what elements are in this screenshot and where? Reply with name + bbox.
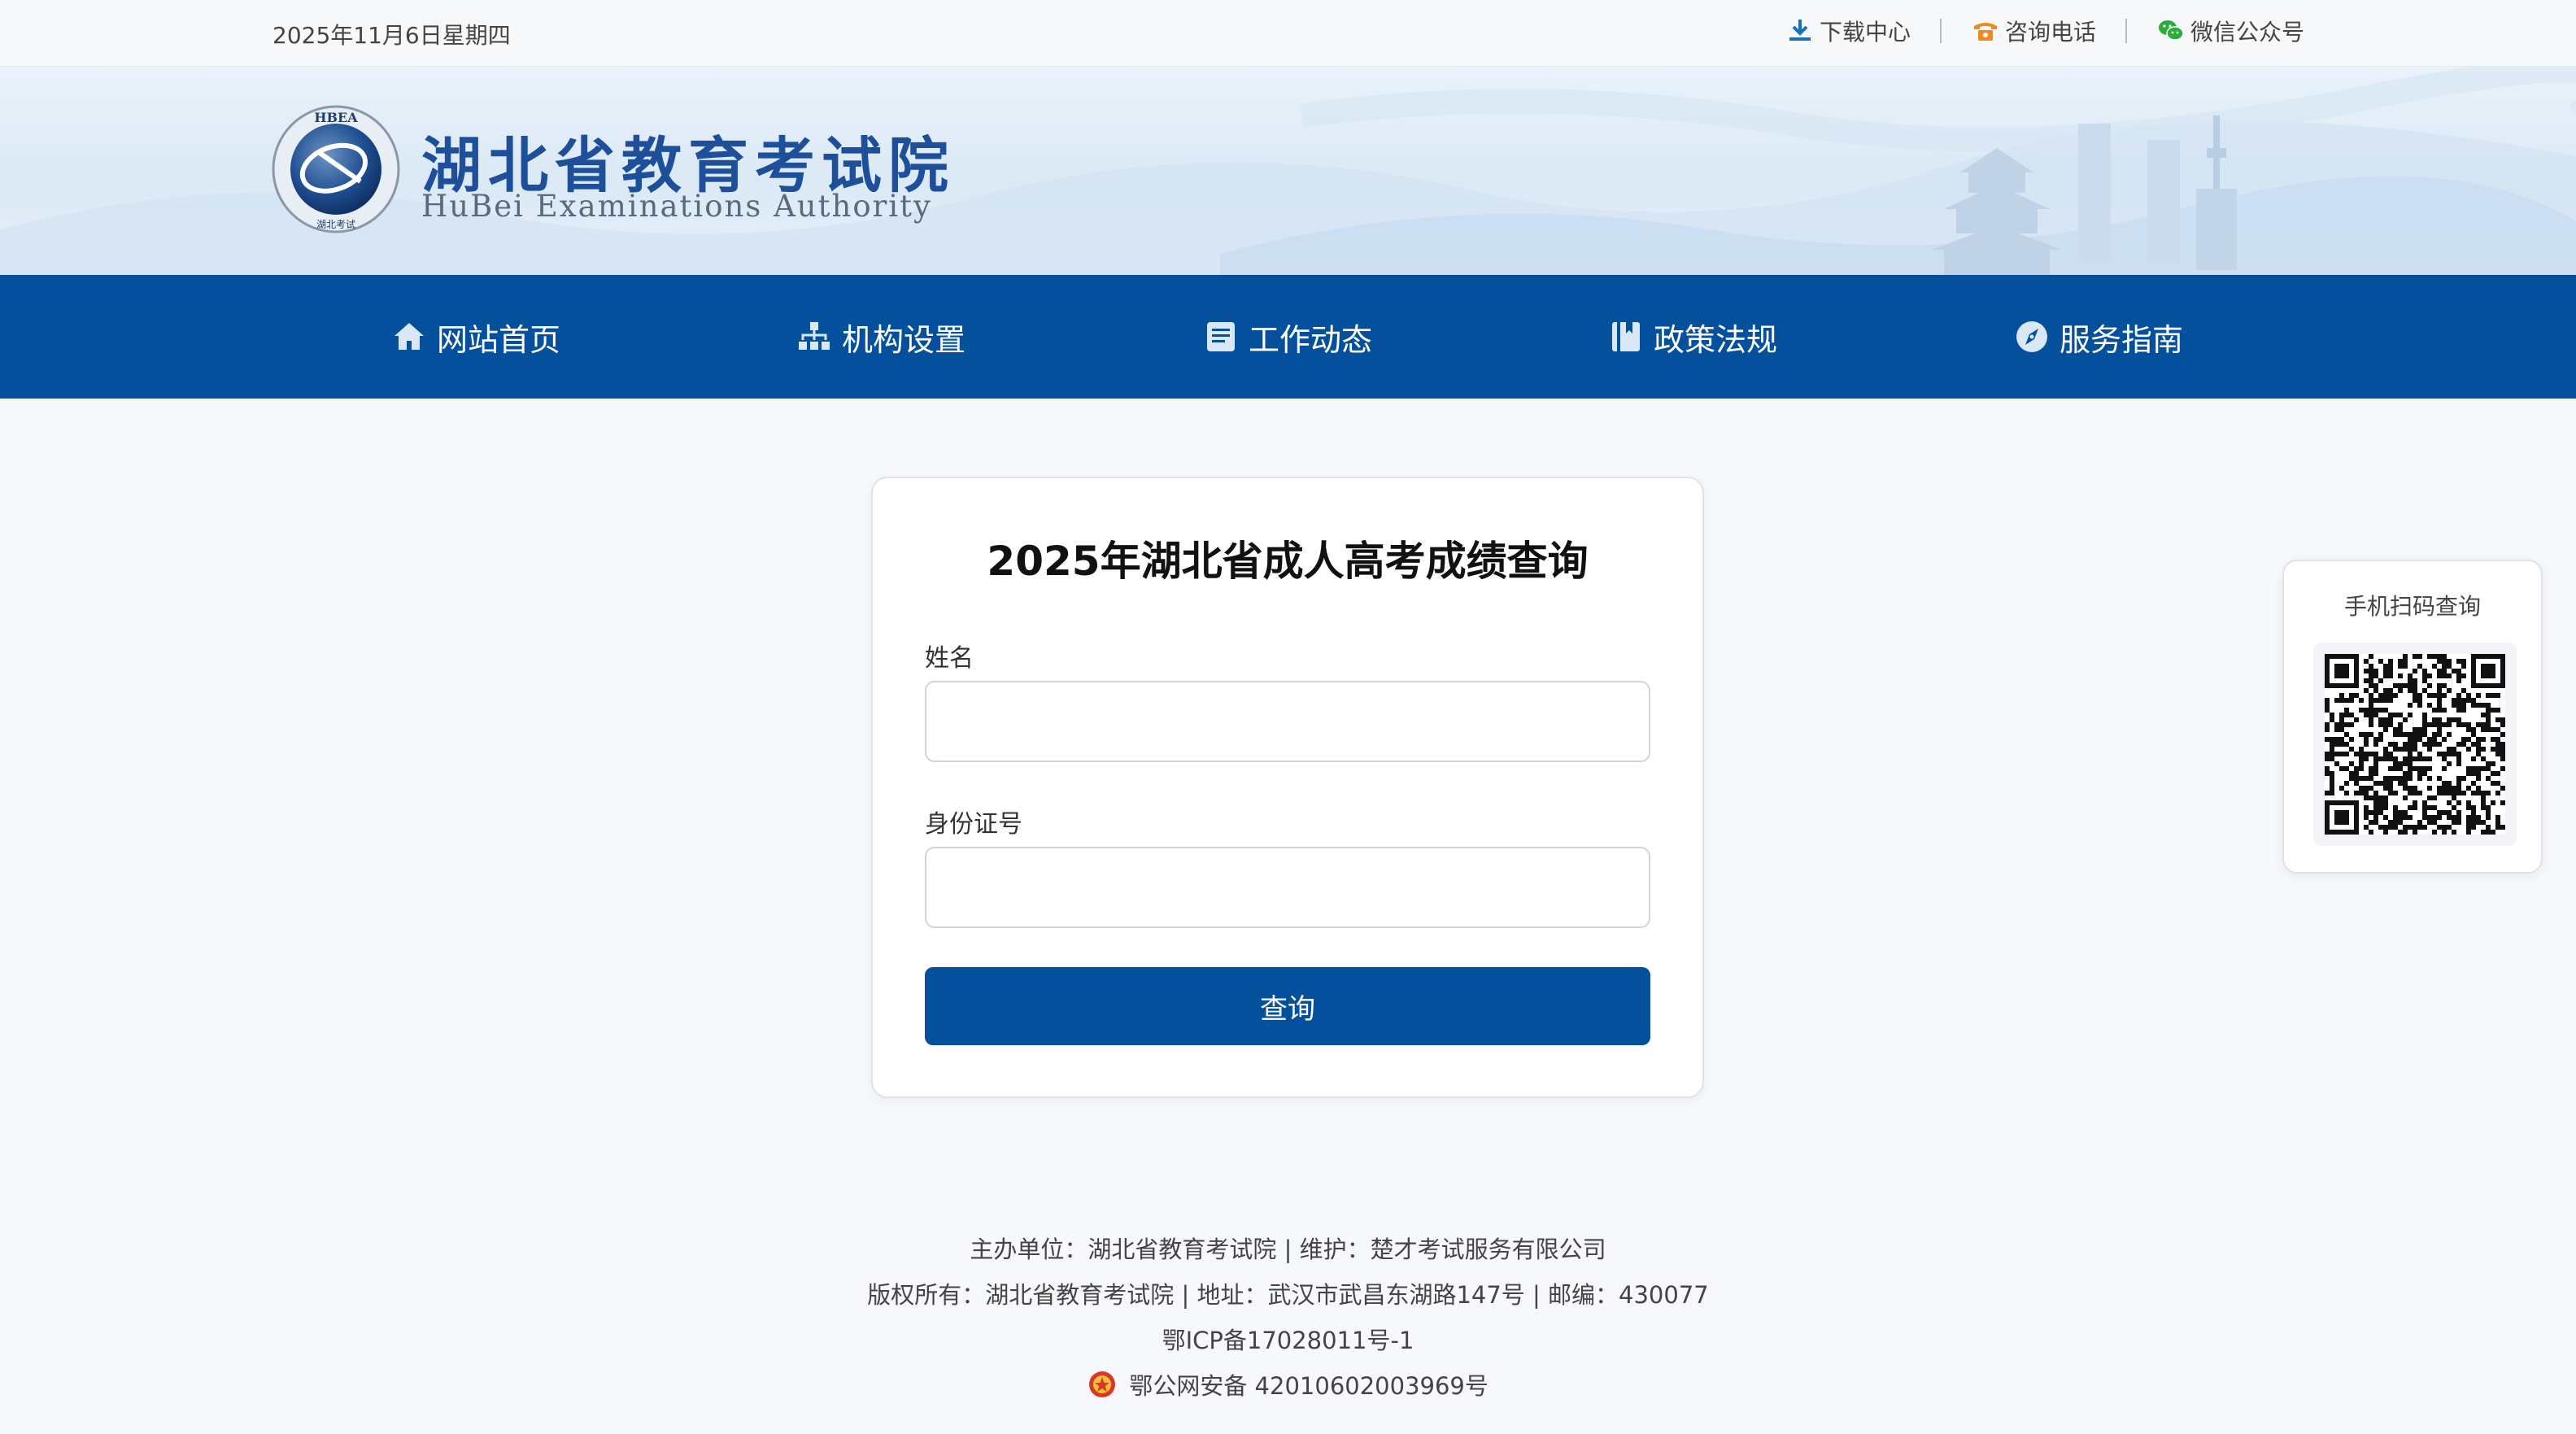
wechat-icon bbox=[2158, 20, 2184, 41]
download-icon bbox=[1789, 20, 1811, 41]
book-icon bbox=[1612, 322, 1640, 351]
consult-phone-link[interactable]: 咨询电话 bbox=[1971, 15, 2096, 47]
divider bbox=[1939, 19, 1942, 43]
qr-title: 手机扫码查询 bbox=[2343, 593, 2481, 620]
download-center-label: 下载中心 bbox=[1819, 19, 1911, 46]
name-label: 姓名 bbox=[925, 644, 974, 673]
footer-copyright: 版权所有：湖北省教育考试院 | 地址：武汉市武昌东湖路147号 | 邮编：430… bbox=[867, 1281, 1709, 1309]
compass-icon bbox=[2016, 321, 2047, 352]
consult-phone-label: 咨询电话 bbox=[2004, 19, 2096, 46]
footer-police-label: 鄂公网安备 42010602003969号 bbox=[1129, 1372, 1489, 1400]
divider bbox=[2125, 19, 2127, 43]
wechat-label: 微信公众号 bbox=[2190, 19, 2304, 46]
download-center-link[interactable]: 下载中心 bbox=[1785, 15, 1911, 47]
phone-icon bbox=[1973, 23, 1997, 41]
wechat-link[interactable]: 微信公众号 bbox=[2156, 15, 2304, 47]
nav-item-home[interactable]: 网站首页 bbox=[391, 275, 560, 399]
query-button[interactable]: 查询 bbox=[925, 967, 1650, 1045]
qr-code-image bbox=[2325, 654, 2505, 835]
page-title: 2025年湖北省成人高考成绩查询 bbox=[987, 538, 1589, 585]
nav-item-service-guide[interactable]: 服务指南 bbox=[2014, 275, 2183, 399]
nav-item-news[interactable]: 工作动态 bbox=[1203, 275, 1372, 399]
news-icon bbox=[1207, 322, 1235, 351]
footer-sponsor: 主办单位：湖北省教育考试院 | 维护：楚才考试服务有限公司 bbox=[970, 1236, 1606, 1263]
nav-item-organization[interactable]: 机构设置 bbox=[796, 275, 965, 399]
current-date: 2025年11月6日星期四 bbox=[272, 22, 511, 49]
name-input[interactable] bbox=[925, 681, 1650, 762]
org-chart-icon bbox=[799, 322, 830, 350]
top-bar: 2025年11月6日星期四 下载中心 咨询电话 微信公众号 bbox=[0, 0, 2576, 67]
qr-code-panel: 手机扫码查询 bbox=[2282, 560, 2543, 874]
footer-police-record[interactable]: 鄂公网安备 42010602003969号 bbox=[0, 1363, 2576, 1409]
police-badge-icon bbox=[1089, 1371, 1116, 1397]
header-banner: HBEA 湖北考试 湖北省教育考试院 HuBei Examinations Au… bbox=[0, 67, 2576, 275]
nav-item-label: 服务指南 bbox=[2059, 321, 2184, 358]
footer-icp-link[interactable]: 鄂ICP备17028011号-1 bbox=[0, 1318, 2576, 1363]
nav-item-label: 工作动态 bbox=[1249, 321, 1373, 358]
id-number-input[interactable] bbox=[925, 847, 1650, 928]
id-number-label: 身份证号 bbox=[925, 810, 1022, 839]
score-query-card: 2025年湖北省成人高考成绩查询 姓名 身份证号 查询 bbox=[871, 477, 1704, 1098]
nav-item-label: 网站首页 bbox=[437, 321, 561, 358]
nav-item-label: 政策法规 bbox=[1654, 321, 1778, 358]
nav-item-policy[interactable]: 政策法规 bbox=[1608, 275, 1777, 399]
top-links: 下载中心 咨询电话 微信公众号 bbox=[1785, 15, 2304, 47]
hbea-emblem-logo: HBEA 湖北考试 bbox=[272, 105, 400, 233]
qr-code bbox=[2313, 643, 2517, 846]
footer: 主办单位：湖北省教育考试院 | 维护：楚才考试服务有限公司 版权所有：湖北省教育… bbox=[0, 1227, 2576, 1409]
svg-text:HBEA: HBEA bbox=[314, 110, 358, 125]
site-subtitle: HuBei Examinations Authority bbox=[421, 189, 932, 224]
home-icon bbox=[394, 323, 424, 350]
main-nav: 网站首页 机构设置 工作动态 政策法规 服务指南 bbox=[0, 275, 2576, 399]
svg-text:湖北考试: 湖北考试 bbox=[316, 218, 355, 230]
nav-item-label: 机构设置 bbox=[842, 321, 966, 358]
